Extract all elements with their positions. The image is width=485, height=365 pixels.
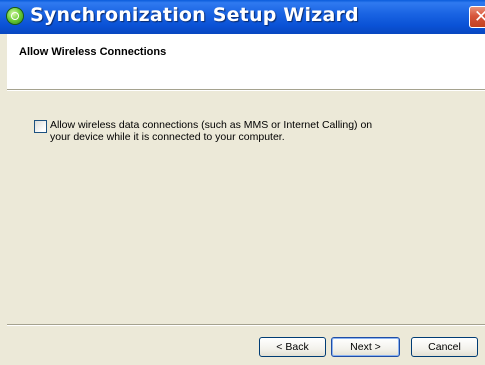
wireless-label-line2: your device while it is connected to you… <box>50 131 285 143</box>
close-icon: ✕ <box>474 7 485 27</box>
header-divider <box>7 90 485 91</box>
close-button[interactable]: ✕ <box>469 6 485 28</box>
wizard-window: Synchronization Setup Wizard ✕ Allow Wir… <box>0 0 485 365</box>
title-bar[interactable]: Synchronization Setup Wizard ✕ <box>0 0 485 34</box>
wireless-label-line1: Allow wireless data connections (such as… <box>50 119 373 131</box>
footer-divider-highlight <box>7 325 485 326</box>
window-title: Synchronization Setup Wizard <box>30 4 359 26</box>
wizard-header: Allow Wireless Connections <box>7 34 485 90</box>
window-left-border <box>0 34 7 365</box>
cancel-button[interactable]: Cancel <box>411 337 478 357</box>
back-button[interactable]: < Back <box>259 337 326 357</box>
wireless-connections-checkbox[interactable] <box>34 120 47 133</box>
wireless-connections-label[interactable]: Allow wireless data connections (such as… <box>50 119 380 143</box>
next-button[interactable]: Next > <box>331 337 400 357</box>
page-title: Allow Wireless Connections <box>19 46 167 58</box>
sync-app-icon <box>7 8 23 24</box>
